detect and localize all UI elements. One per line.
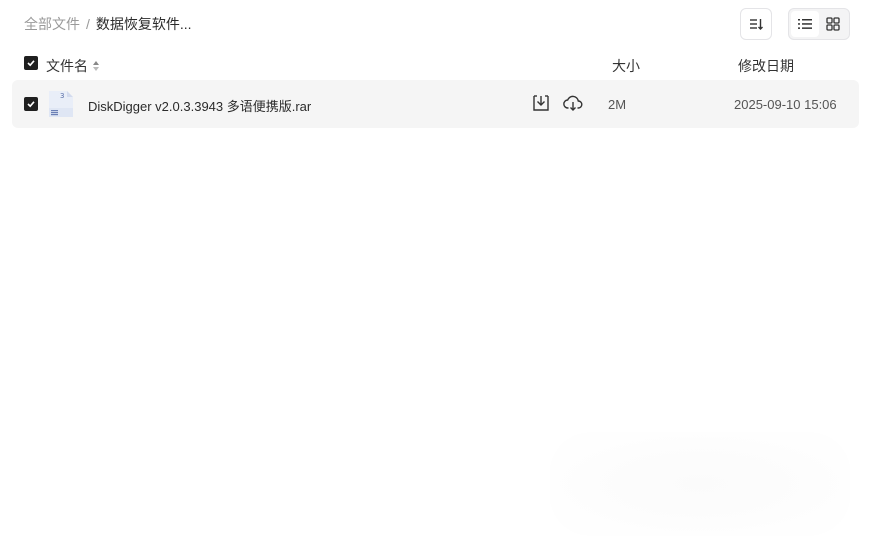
column-header: 文件名 大小 修改日期 [12,48,859,80]
table-row[interactable]: 3 DiskDigger v2.0.3.3943 多语便携版.rar 2M 20… [12,80,859,128]
sort-toggle-icon [93,61,99,71]
size-column-header[interactable]: 大小 [612,56,640,76]
download-icon[interactable] [532,94,550,112]
grid-view-button[interactable] [819,11,847,37]
rar-archive-icon: 3 [49,91,73,117]
select-all-checkbox[interactable] [24,56,38,70]
name-column-header[interactable]: 文件名 [46,56,100,76]
cloud-save-icon[interactable] [563,94,583,112]
check-icon [27,60,35,67]
grid-view-icon [826,17,840,31]
file-browser: 全部文件 / 数据恢复软件... 文件名 大小 修改日期 3 DiskDigge… [0,0,874,538]
name-column-label: 文件名 [46,58,88,74]
file-name[interactable]: DiskDigger v2.0.3.3943 多语便携版.rar [88,96,311,115]
view-toggle [788,8,850,40]
sort-button[interactable] [740,8,772,40]
svg-text:3: 3 [60,92,64,100]
sort-list-icon [750,19,763,30]
list-view-button[interactable] [791,11,819,37]
background-fade [550,432,850,536]
date-column-header[interactable]: 修改日期 [738,56,794,76]
check-icon [27,101,35,108]
breadcrumb: 全部文件 / 数据恢复软件... [24,14,192,34]
breadcrumb-current-folder: 数据恢复软件... [95,16,192,32]
breadcrumb-separator: / [86,16,90,32]
breadcrumb-root-link[interactable]: 全部文件 [24,14,80,34]
row-checkbox[interactable] [24,97,38,111]
list-view-icon [798,19,812,29]
file-modified-date: 2025-09-10 15:06 [734,97,837,112]
file-size: 2M [608,97,627,112]
